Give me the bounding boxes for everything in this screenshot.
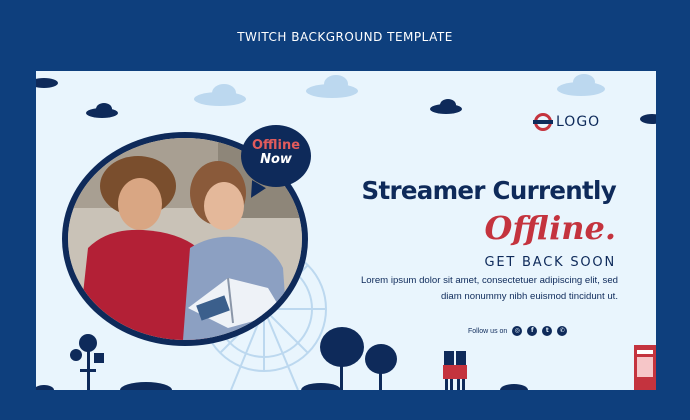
page-title: TWITCH BACKGROUND TEMPLATE [237,30,453,44]
logo-text: LOGO [556,114,601,130]
royal-guards [443,351,467,390]
subhead: GET BACK SOON [484,255,616,270]
twitter-icon[interactable]: t [542,326,553,336]
badge-line-1: Offline [251,138,301,153]
instagram-icon[interactable]: ◎ [512,326,523,336]
social-links: Follow us on ◎ f t ✆ [468,326,568,336]
offline-word: Offline. [484,209,616,247]
twitch-banner: Offline Now LOGO Streamer Currently Offl… [36,71,656,390]
body-line-2: diam nonummy nibh euismod tincidunt ut. [440,291,618,302]
ground-bushes [36,382,528,390]
logo: LOGO [533,113,601,131]
body-text: Lorem ipsum dolor sit amet, consectetuer… [318,273,618,305]
headline: Streamer Currently [361,176,617,205]
light-clouds [194,74,605,106]
facebook-icon[interactable]: f [527,326,538,336]
whatsapp-icon[interactable]: ✆ [557,326,568,336]
body-line-1: Lorem ipsum dolor sit amet, consectetuer… [360,275,618,286]
offline-now-badge: Offline Now [241,125,311,187]
follow-label: Follow us on [468,327,508,335]
logo-icon [533,113,553,131]
badge-line-2: Now [260,152,292,167]
phone-box [634,345,656,390]
